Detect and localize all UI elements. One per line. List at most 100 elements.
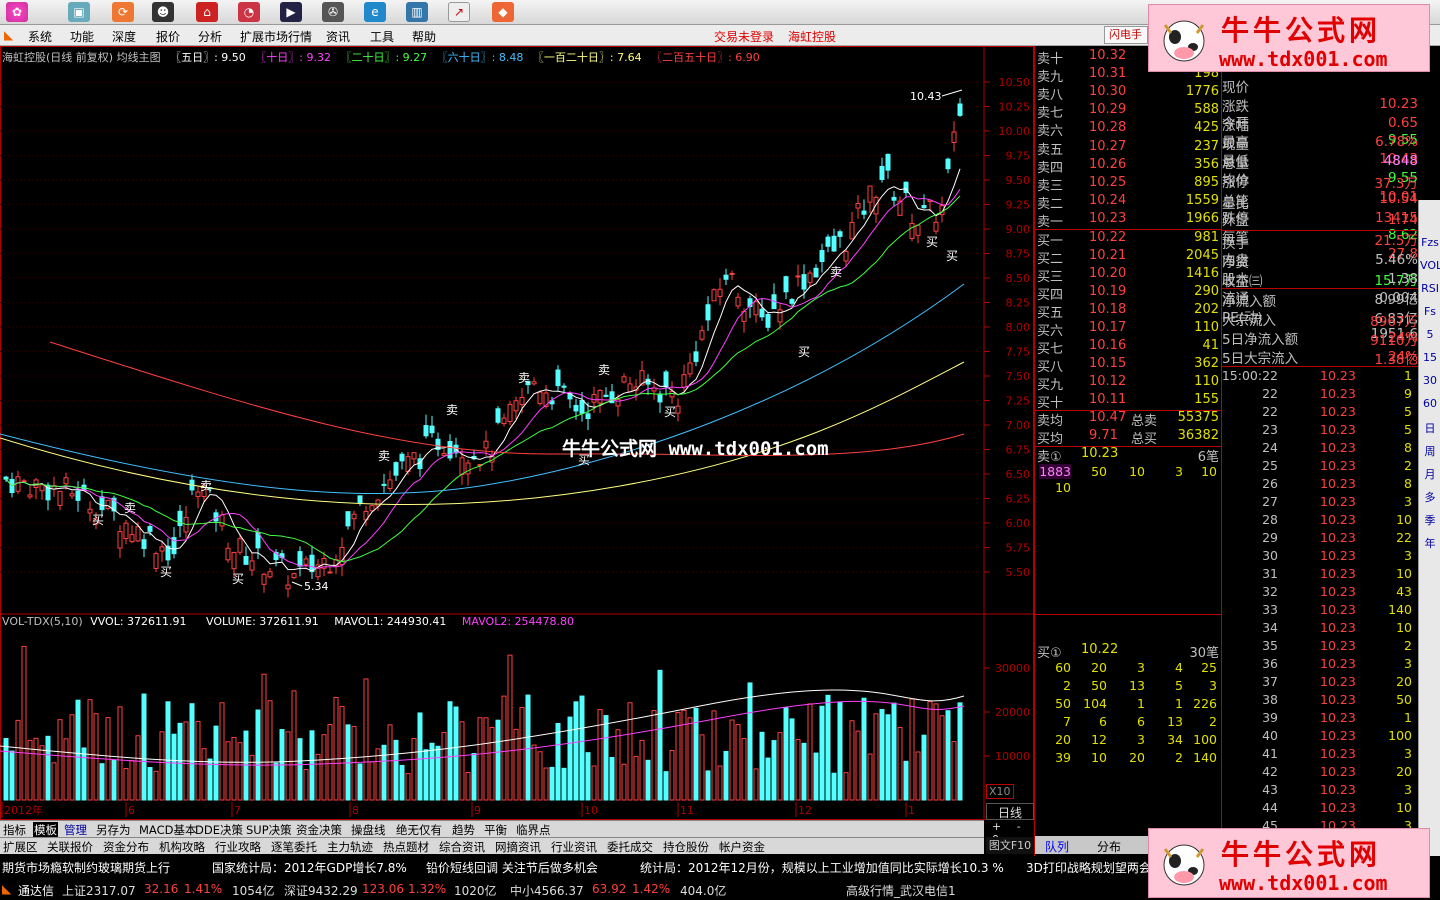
extension-tab[interactable]: 持仓股份 (663, 839, 709, 855)
extension-tab[interactable]: 资金分布 (103, 839, 149, 855)
extension-tab[interactable]: 综合资讯 (439, 839, 485, 855)
book-icon[interactable]: ▥ (406, 2, 428, 22)
menu-tools[interactable]: 工具 (370, 28, 394, 45)
ask-row[interactable]: 卖六 10.28 425 (1035, 120, 1223, 139)
sidebar-button[interactable]: Fzs (1420, 236, 1440, 249)
menu-logo-icon[interactable]: ◣ (4, 28, 13, 42)
bid-row[interactable]: 买一 10.22 981 (1035, 230, 1223, 249)
indicator-tab[interactable]: 模板 (33, 822, 58, 838)
film-icon[interactable]: ✇ (322, 2, 344, 22)
book-tab[interactable]: 分布 (1097, 838, 1121, 855)
trend-icon[interactable]: ↗ (448, 2, 470, 22)
sidebar-button[interactable]: 15 (1420, 351, 1440, 364)
extension-tab[interactable]: 主力轨迹 (327, 839, 373, 855)
bid-row[interactable]: 买六 10.17 110 (1035, 320, 1223, 339)
extension-tab[interactable]: 热点题材 (383, 839, 429, 855)
ad-url[interactable]: www.tdx001.com (1219, 47, 1388, 71)
zx-index[interactable]: 中小4566.37 (510, 882, 584, 899)
menu-news[interactable]: 资讯 (326, 28, 350, 45)
indicator-tab[interactable]: 平衡 (484, 822, 507, 838)
ad-banner-top[interactable]: 牛牛公式网 www.tdx001.com (1148, 4, 1430, 72)
sidebar-button[interactable]: 多 (1420, 489, 1440, 505)
news-item[interactable]: 铅价短线回调 关注节后做多机会 (426, 859, 598, 876)
menu-analysis[interactable]: 分析 (198, 28, 222, 45)
app-logo-icon[interactable]: ✿ (6, 2, 28, 22)
kline-chart[interactable]: 10.50 10.25 10.00 9.75 9.50 9.25 9.00 8.75 8.50 8… (0, 46, 1034, 820)
flash-order-button[interactable]: 闪电手 (1104, 26, 1148, 44)
news-item[interactable]: 统计局：2012年12月份，规模以上工业增加值同比实际增长10.3 % (640, 859, 1004, 876)
ask-row[interactable]: 卖五 10.27 237 (1035, 139, 1223, 158)
bid-row[interactable]: 买十 10.11 155 (1035, 392, 1223, 411)
indicator-tab[interactable]: 指标 (3, 822, 26, 838)
sidebar-button[interactable]: 30 (1420, 374, 1440, 387)
indicator-tab[interactable]: 趋势 (452, 822, 475, 838)
sidebar-button[interactable]: 日 (1420, 420, 1440, 436)
sidebar-button[interactable]: VOL (1420, 259, 1440, 272)
ask-row[interactable]: 卖四 10.26 356 (1035, 157, 1223, 176)
bid-row[interactable]: 买五 10.18 202 (1035, 302, 1223, 321)
f10-button[interactable]: 图文F10 (986, 837, 1034, 854)
extension-tab[interactable]: 关联报价 (47, 839, 93, 855)
indicator-tab[interactable]: 管理 (64, 822, 87, 838)
sidebar-button[interactable]: 周 (1420, 443, 1440, 459)
refresh-icon[interactable]: ⟳ (112, 2, 134, 22)
qq-icon[interactable]: ☻ (152, 2, 174, 22)
ask-row[interactable]: 卖一 10.23 1966 (1035, 211, 1223, 230)
ad-banner-bottom[interactable]: 牛牛公式网 www.tdx001.com (1148, 828, 1430, 898)
sidebar-button[interactable]: 5 (1420, 328, 1440, 341)
sidebar-button[interactable]: 季 (1420, 512, 1440, 528)
extension-tab[interactable]: 委托成交 (607, 839, 653, 855)
indicator-tab[interactable]: 操盘线 (351, 822, 386, 838)
ad-url[interactable]: www.tdx001.com (1219, 871, 1388, 895)
order-icon[interactable]: ◆ (492, 2, 514, 22)
tick-list[interactable]: 15:00:22 10.23 1 22 10.23 9 22 10.23 5 23 10.23 5 24… (1222, 366, 1418, 856)
kline-chart-panel[interactable]: 10.50 10.25 10.00 9.75 9.50 9.25 9.00 8.75 8.50 8… (0, 46, 1034, 820)
play-icon[interactable]: ▶ (280, 2, 302, 22)
indicator-tab[interactable]: MACD基本 (139, 822, 196, 838)
house-icon[interactable]: ⌂ (196, 2, 218, 22)
bid-row[interactable]: 买九 10.12 110 (1035, 374, 1223, 393)
bid-row[interactable]: 买八 10.15 362 (1035, 356, 1223, 375)
sh-index[interactable]: 上证2317.07 (62, 882, 136, 899)
bid-row[interactable]: 买四 10.19 290 (1035, 284, 1223, 303)
news-item[interactable]: 国家统计局：2012年GDP增长7.8% (212, 859, 407, 876)
sidebar-button[interactable]: 月 (1420, 466, 1440, 482)
menu-help[interactable]: 帮助 (412, 28, 436, 45)
browser-icon[interactable]: e (364, 2, 386, 22)
bid-row[interactable]: 买七 10.16 41 (1035, 338, 1223, 357)
news-item[interactable]: 期货市场瘾软制约玻璃期货上行 (2, 859, 170, 876)
sidebar-button[interactable]: Fs (1420, 305, 1440, 318)
extension-tab[interactable]: 帐户资金 (719, 839, 765, 855)
ask-row[interactable]: 卖八 10.30 1776 (1035, 84, 1223, 103)
trade-login-link[interactable]: 交易未登录 (714, 28, 774, 45)
indicator-tab[interactable]: DDE决策 (195, 822, 243, 838)
home-icon[interactable]: ▣ (68, 2, 90, 22)
stock-name-link[interactable]: 海虹控股 (788, 28, 836, 45)
bid-row[interactable]: 买二 10.21 2045 (1035, 248, 1223, 267)
ask-row[interactable]: 卖二 10.24 1559 (1035, 193, 1223, 212)
bid-row[interactable]: 买三 10.20 1416 (1035, 266, 1223, 285)
indicator-tab[interactable]: SUP决策 (246, 822, 292, 838)
menu-depth[interactable]: 深度 (112, 28, 136, 45)
book-tab[interactable]: 队列 (1045, 838, 1069, 855)
sidebar-button[interactable]: 年 (1420, 535, 1440, 551)
zoom-controls[interactable]: + - 0 (986, 820, 1034, 846)
extension-tab[interactable]: 行业攻略 (215, 839, 261, 855)
indicator-tab[interactable]: 另存为 (96, 822, 131, 838)
menu-function[interactable]: 功能 (70, 28, 94, 45)
feed-server[interactable]: 高级行情_武汉电信1 (846, 882, 956, 899)
ask-row[interactable]: 卖三 10.25 895 (1035, 175, 1223, 194)
sidebar-button[interactable]: 60 (1420, 397, 1440, 410)
indicator-tab[interactable]: 资金决策 (296, 822, 342, 838)
extension-tab[interactable]: 逐笔委托 (271, 839, 317, 855)
chart-icon[interactable]: ◔ (238, 2, 260, 22)
menu-quote[interactable]: 报价 (156, 28, 180, 45)
period-selector[interactable]: 日线 (986, 803, 1034, 820)
x10-badge[interactable]: X10 (986, 784, 1014, 799)
extension-tab[interactable]: 网摘资讯 (495, 839, 541, 855)
sz-index[interactable]: 深证9432.29 (284, 882, 358, 899)
extension-tab[interactable]: 行业资讯 (551, 839, 597, 855)
indicator-tab[interactable]: 临界点 (516, 822, 551, 838)
menu-system[interactable]: 系统 (28, 28, 52, 45)
extension-tab[interactable]: 扩展区 (3, 839, 38, 855)
